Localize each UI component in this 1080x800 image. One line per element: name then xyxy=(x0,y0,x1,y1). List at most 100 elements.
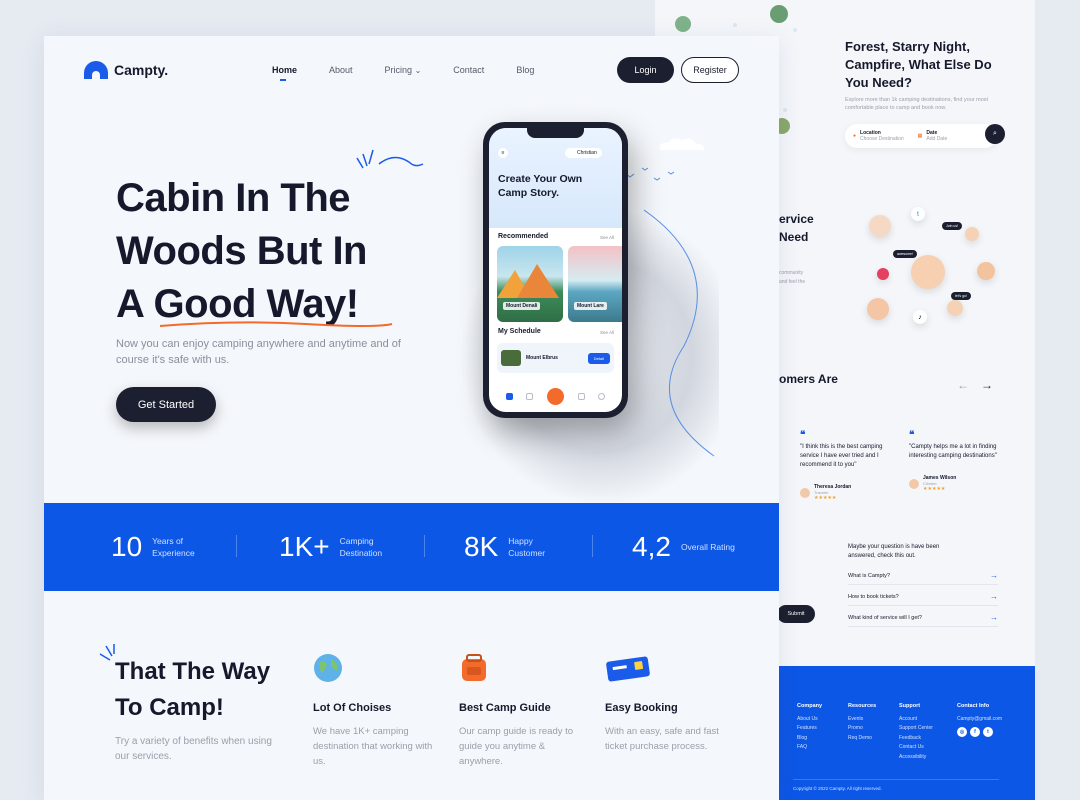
footer-link[interactable]: Req Demo xyxy=(848,734,876,744)
footer-link[interactable]: Support Center xyxy=(899,724,933,734)
date-field[interactable]: Add Date xyxy=(926,136,947,142)
faq-question: What is Campty? xyxy=(848,572,890,579)
chat-bubble: let's go! xyxy=(951,292,971,300)
destination-card[interactable]: Mount Denali xyxy=(497,246,563,322)
community-avatar xyxy=(977,262,995,280)
stat-label: Overall Rating xyxy=(680,542,735,552)
recommended-heading: Recommended xyxy=(498,233,549,240)
footer-column-company: Company About Us Features Blog FAQ xyxy=(797,702,822,753)
destination-card[interactable]: Mount Lare xyxy=(568,246,622,322)
prev-arrow-icon[interactable]: ← xyxy=(957,378,969,392)
nav-home[interactable]: Home xyxy=(272,65,297,81)
arrow-right-icon: → xyxy=(990,571,998,580)
user-chip[interactable]: Christian xyxy=(565,148,602,158)
chevron-down-icon: ⌄ xyxy=(414,66,422,75)
search-tab-icon[interactable] xyxy=(546,387,564,405)
detail-button[interactable]: Detail xyxy=(587,352,610,364)
register-button[interactable]: Register xyxy=(681,57,739,83)
stat-label: Camping Destination xyxy=(339,536,383,558)
explore-tab-icon[interactable] xyxy=(577,392,585,400)
twitter-icon: t xyxy=(911,207,925,221)
footer-link[interactable]: About Us xyxy=(797,715,822,725)
see-all-link[interactable]: See All xyxy=(600,235,614,240)
back-hero-title: Forest, Starry Night, Campfire, What Els… xyxy=(845,39,992,90)
nav-blog[interactable]: Blog xyxy=(516,65,534,75)
destination-avatar-1 xyxy=(675,16,691,32)
hero-title-line: Cabin In The xyxy=(116,176,351,220)
facebook-icon[interactable]: f xyxy=(970,727,980,737)
phone-notch xyxy=(527,128,584,138)
hero-subtitle: Now you can enjoy camping anywhere and a… xyxy=(116,338,401,366)
backpack-icon xyxy=(462,654,486,681)
footer-link[interactable]: Accessibility xyxy=(899,753,933,763)
profile-tab-icon[interactable] xyxy=(598,392,606,400)
community-avatar xyxy=(965,227,979,241)
review-text: "I think this is the best camping servic… xyxy=(800,444,883,468)
footer-link[interactable]: Events xyxy=(848,715,876,725)
stat-item: 10 Years of Experience xyxy=(111,531,212,563)
login-button[interactable]: Login xyxy=(617,57,674,83)
stat-item: 4,2 Overall Rating xyxy=(632,531,741,563)
home-tab-icon[interactable] xyxy=(505,392,513,400)
logo[interactable]: Campty. xyxy=(84,61,168,79)
stat-label: Happy Customer xyxy=(508,536,546,558)
search-icon: ⌕ xyxy=(993,130,997,137)
faq-item[interactable]: How to book tickets? → xyxy=(848,588,998,606)
faq-item[interactable]: What is Campty? → xyxy=(848,567,998,585)
nav-about[interactable]: About xyxy=(329,65,353,75)
calendar-icon: ▦ xyxy=(917,133,923,139)
feature-title: Lot Of Choises xyxy=(313,702,392,714)
stat-label: Years of Experience xyxy=(152,536,195,558)
footer-link[interactable]: Blog xyxy=(797,734,822,744)
underline-scribble xyxy=(159,321,393,327)
brand-name: Campty. xyxy=(114,62,169,78)
faq-question: How to book tickets? xyxy=(848,593,899,600)
search-button[interactable]: ⌕ xyxy=(985,124,1005,144)
service-heading-fragment-1: ervice xyxy=(779,212,814,226)
footer-link[interactable]: Feedback xyxy=(899,734,933,744)
review-card: ❝ "I think this is the best camping serv… xyxy=(800,430,900,501)
next-arrow-icon[interactable]: → xyxy=(981,378,993,392)
faq-item[interactable]: What kind of service will I get? → xyxy=(848,609,998,627)
footer-heading: Resources xyxy=(848,703,877,709)
calendar-tab-icon[interactable] xyxy=(526,392,534,400)
footer-column-support: Support Account Support Center Feedback … xyxy=(899,702,933,762)
nav-pricing[interactable]: Pricing ⌄ xyxy=(385,65,422,75)
service-heading-fragment-2: Need xyxy=(779,230,809,244)
footer-heading: Contact Info xyxy=(957,703,990,709)
social-links: ◎ f t xyxy=(957,727,993,737)
rating-stars: ★★★★★ xyxy=(923,486,946,492)
footer-heading: Support xyxy=(899,703,921,709)
instagram-icon[interactable]: ◎ xyxy=(957,727,967,737)
customers-heading-fragment: omers Are xyxy=(779,372,838,386)
footer-column-resources: Resources Events Promo Req Demo xyxy=(848,702,876,743)
footer-email[interactable]: Campty@gmail.com xyxy=(957,715,1002,725)
review-card: ❝ "Campty helps me a lot in finding inte… xyxy=(909,430,1009,492)
footer-link[interactable]: Contact Us xyxy=(899,743,933,753)
footer-link[interactable]: Account xyxy=(899,715,933,725)
footer-divider xyxy=(793,779,999,780)
get-started-button[interactable]: Get Started xyxy=(116,387,216,422)
avatar xyxy=(800,487,810,498)
see-all-link[interactable]: See All xyxy=(600,330,614,335)
feature-card: Easy Booking With an easy, safe and fast… xyxy=(605,653,730,754)
submit-button[interactable]: Submit xyxy=(777,605,815,623)
footer-link[interactable]: FAQ xyxy=(797,743,822,753)
review-text: "Campty helps me a lot in finding intere… xyxy=(909,444,997,459)
schedule-item[interactable]: Mount Elbrus Detail xyxy=(497,343,614,373)
twitter-icon[interactable]: t xyxy=(983,727,993,737)
feature-title: Best Camp Guide xyxy=(459,702,551,714)
footer-heading: Company xyxy=(797,703,823,709)
app-headline: Create Your Own Camp Story. xyxy=(498,173,583,199)
avatar xyxy=(909,478,919,489)
menu-icon[interactable]: ≡ xyxy=(498,148,508,158)
nav-contact[interactable]: Contact xyxy=(453,65,484,75)
footer-link[interactable]: Promo xyxy=(848,724,876,734)
footer-link[interactable]: Features xyxy=(797,724,822,734)
instagram-icon xyxy=(877,268,889,280)
feature-card: Best Camp Guide Our camp guide is ready … xyxy=(459,653,584,769)
feature-description: With an easy, safe and fast ticket purch… xyxy=(605,726,719,752)
location-field[interactable]: Choose Destination xyxy=(860,136,904,142)
destination-search-bar[interactable]: ● Location Choose Destination ▦ Date Add… xyxy=(845,124,1005,148)
rating-stars: ★★★★★ xyxy=(814,495,837,501)
